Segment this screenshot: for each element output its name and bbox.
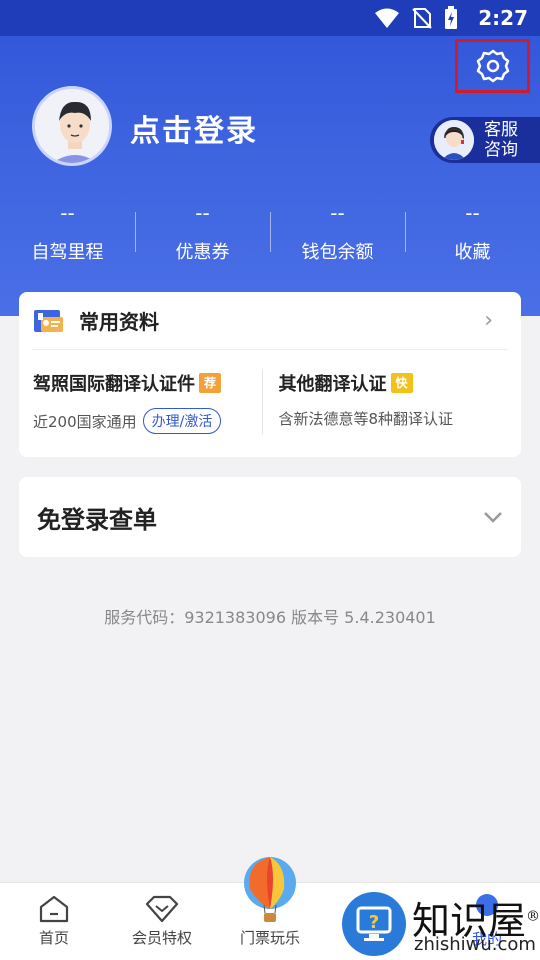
battery-charging-icon (445, 6, 457, 29)
stat-label: 优惠券 (175, 242, 230, 263)
activate-button[interactable]: 办理/激活 (142, 408, 222, 434)
stat-value: -- (330, 201, 345, 225)
order-query-card[interactable]: 免登录查单 (19, 477, 521, 557)
service-version-info: 服务代码：9321383096 版本号 5.4.230401 (104, 608, 436, 627)
stat-label: 收藏 (454, 242, 491, 263)
login-link[interactable]: 点击登录 (130, 106, 258, 150)
id-card-icon (34, 309, 63, 332)
gear-icon (476, 49, 509, 83)
stat-value: -- (465, 201, 480, 225)
stat-favorites[interactable]: -- 收藏 (405, 198, 540, 270)
common-info-card: 常用资料 › 驾照国际翻译认证件 荐 近200国家通用 办理/激活 其他翻译认证… (19, 292, 521, 457)
item-subtitle: 近200国家通用 (33, 412, 137, 431)
watermark-url: zhishiwu.com (414, 934, 536, 955)
svg-text:?: ? (369, 912, 379, 933)
tab-label: 会员特权 (131, 929, 192, 947)
status-bar: 2:27 (0, 0, 540, 36)
diamond-icon (145, 895, 179, 923)
stat-value: -- (60, 201, 75, 225)
recommend-badge: 荐 (199, 373, 221, 393)
stat-wallet[interactable]: -- 钱包余额 (270, 198, 405, 270)
monitor-question-icon: ? (342, 892, 406, 956)
watermark: ? 知识屋® zhishiwu.com (342, 888, 540, 960)
service-label: 客服咨询 (484, 120, 518, 160)
wifi-icon (375, 8, 399, 28)
common-info-header[interactable]: 常用资料 › (33, 292, 507, 350)
tab-tickets[interactable]: 门票玩乐 (216, 857, 324, 960)
fast-badge: 快 (390, 373, 413, 393)
tab-home[interactable]: 首页 (0, 883, 108, 960)
service-agent-icon (434, 120, 474, 160)
settings-button[interactable] (455, 39, 530, 93)
item-subtitle: 含新法德意等8种翻译认证 (278, 410, 454, 428)
stat-coupons[interactable]: -- 优惠券 (135, 198, 270, 270)
stats-row: -- 自驾里程 -- 优惠券 -- 钱包余额 -- 收藏 (0, 198, 540, 270)
tab-label: 首页 (38, 929, 69, 947)
tab-membership[interactable]: 会员特权 (108, 883, 216, 960)
license-translation-item[interactable]: 驾照国际翻译认证件 荐 近200国家通用 办理/激活 (33, 370, 262, 434)
hot-air-balloon-icon (244, 857, 296, 922)
stat-mileage[interactable]: -- 自驾里程 (0, 198, 135, 270)
customer-service-button[interactable]: 客服咨询 (430, 117, 540, 163)
other-translation-item[interactable]: 其他翻译认证 快 含新法德意等8种翻译认证 (261, 370, 508, 434)
order-query-title: 免登录查单 (37, 505, 157, 534)
status-time: 2:27 (478, 6, 528, 30)
no-sim-icon (412, 8, 432, 29)
stat-label: 自驾里程 (31, 242, 104, 263)
tab-label: 门票玩乐 (239, 929, 300, 947)
stat-label: 钱包余额 (301, 242, 374, 263)
item-title: 其他翻译认证 (278, 374, 387, 395)
chevron-down-icon (484, 512, 502, 523)
item-title: 驾照国际翻译认证件 (33, 374, 195, 395)
common-info-title: 常用资料 (79, 310, 159, 334)
chevron-right-icon: › (484, 308, 493, 333)
stat-value: -- (195, 201, 210, 225)
home-icon (39, 895, 69, 923)
avatar[interactable] (32, 86, 112, 166)
